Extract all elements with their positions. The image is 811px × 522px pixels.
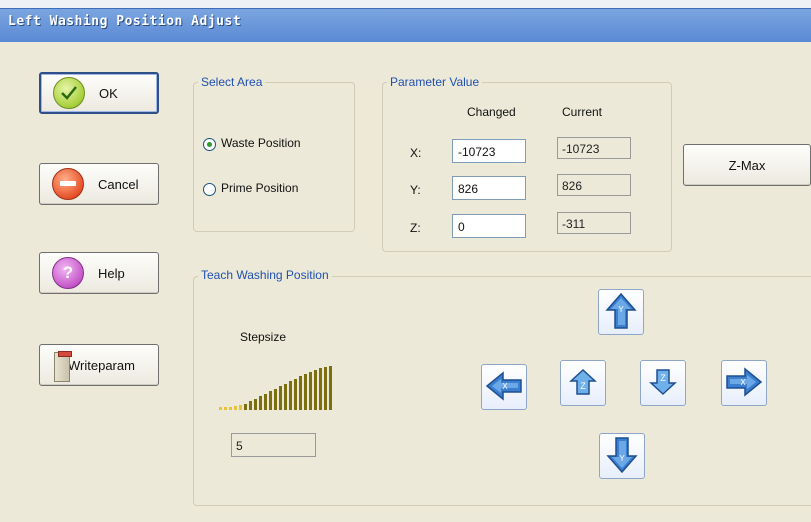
x-axis-label: X: xyxy=(410,146,422,160)
top-clipped-strip xyxy=(0,0,811,8)
move-x-right-button[interactable]: X xyxy=(721,360,767,406)
teach-washing-title: Teach Washing Position xyxy=(198,268,332,282)
writeparam-button-label: Writeparam xyxy=(68,357,135,373)
z-max-button-label: Z-Max xyxy=(728,157,766,173)
x-current-field: -10723 xyxy=(557,137,631,159)
changed-column-header: Changed xyxy=(467,105,516,119)
arrow-right-x-icon: X xyxy=(725,366,763,400)
ok-button[interactable]: OK xyxy=(39,72,159,114)
cancel-icon xyxy=(52,168,84,200)
checkmark-icon xyxy=(53,77,85,109)
writeparam-button[interactable]: Writeparam xyxy=(39,344,159,386)
svg-text:Z: Z xyxy=(660,373,666,383)
arrow-z-down-icon: Z xyxy=(648,367,678,400)
cancel-button-label: Cancel xyxy=(98,176,139,192)
select-area-group xyxy=(193,82,355,232)
arrow-up-y-icon: Y xyxy=(604,292,638,333)
svg-text:Y: Y xyxy=(618,305,624,314)
parameter-value-title: Parameter Value xyxy=(387,75,483,89)
help-button-label: Help xyxy=(98,265,125,281)
svg-text:Y: Y xyxy=(619,454,625,463)
arrow-left-x-icon: X xyxy=(485,370,523,404)
stepsize-label: Stepsize xyxy=(240,330,287,344)
current-column-header: Current xyxy=(562,105,603,119)
window-title: Left Washing Position Adjust xyxy=(8,14,242,29)
y-changed-input[interactable]: 826 xyxy=(452,176,526,200)
prime-position-label[interactable]: Prime Position xyxy=(221,181,298,195)
stepsize-slider[interactable] xyxy=(219,366,339,410)
z-current-field: -311 xyxy=(557,212,631,234)
z-max-button[interactable]: Z-Max xyxy=(683,144,811,186)
svg-text:X: X xyxy=(502,382,508,391)
x-changed-input[interactable]: -10723 xyxy=(452,139,526,163)
help-icon: ? xyxy=(52,257,84,289)
waste-position-radio[interactable] xyxy=(203,138,216,151)
stepsize-value-field: 5 xyxy=(231,433,316,457)
move-z-down-button[interactable]: Z xyxy=(640,360,686,406)
y-current-field: 826 xyxy=(557,174,631,196)
move-x-left-button[interactable]: X xyxy=(481,364,527,410)
move-y-up-button[interactable]: Y xyxy=(598,289,644,335)
help-button[interactable]: ? Help xyxy=(39,252,159,294)
prime-position-radio[interactable] xyxy=(203,183,216,196)
select-area-title: Select Area xyxy=(198,75,266,89)
arrow-z-up-icon: Z xyxy=(568,367,598,400)
move-z-up-button[interactable]: Z xyxy=(560,360,606,406)
ok-button-label: OK xyxy=(99,85,118,101)
waste-position-label[interactable]: Waste Position xyxy=(221,136,301,150)
arrow-down-y-icon: Y xyxy=(605,436,639,477)
svg-text:Z: Z xyxy=(580,381,586,391)
svg-text:X: X xyxy=(740,378,746,387)
z-changed-input[interactable]: 0 xyxy=(452,214,526,238)
cancel-button[interactable]: Cancel xyxy=(39,163,159,205)
move-y-down-button[interactable]: Y xyxy=(599,433,645,479)
writeparam-icon xyxy=(54,351,72,382)
z-axis-label: Z: xyxy=(410,221,421,235)
y-axis-label: Y: xyxy=(410,183,421,197)
